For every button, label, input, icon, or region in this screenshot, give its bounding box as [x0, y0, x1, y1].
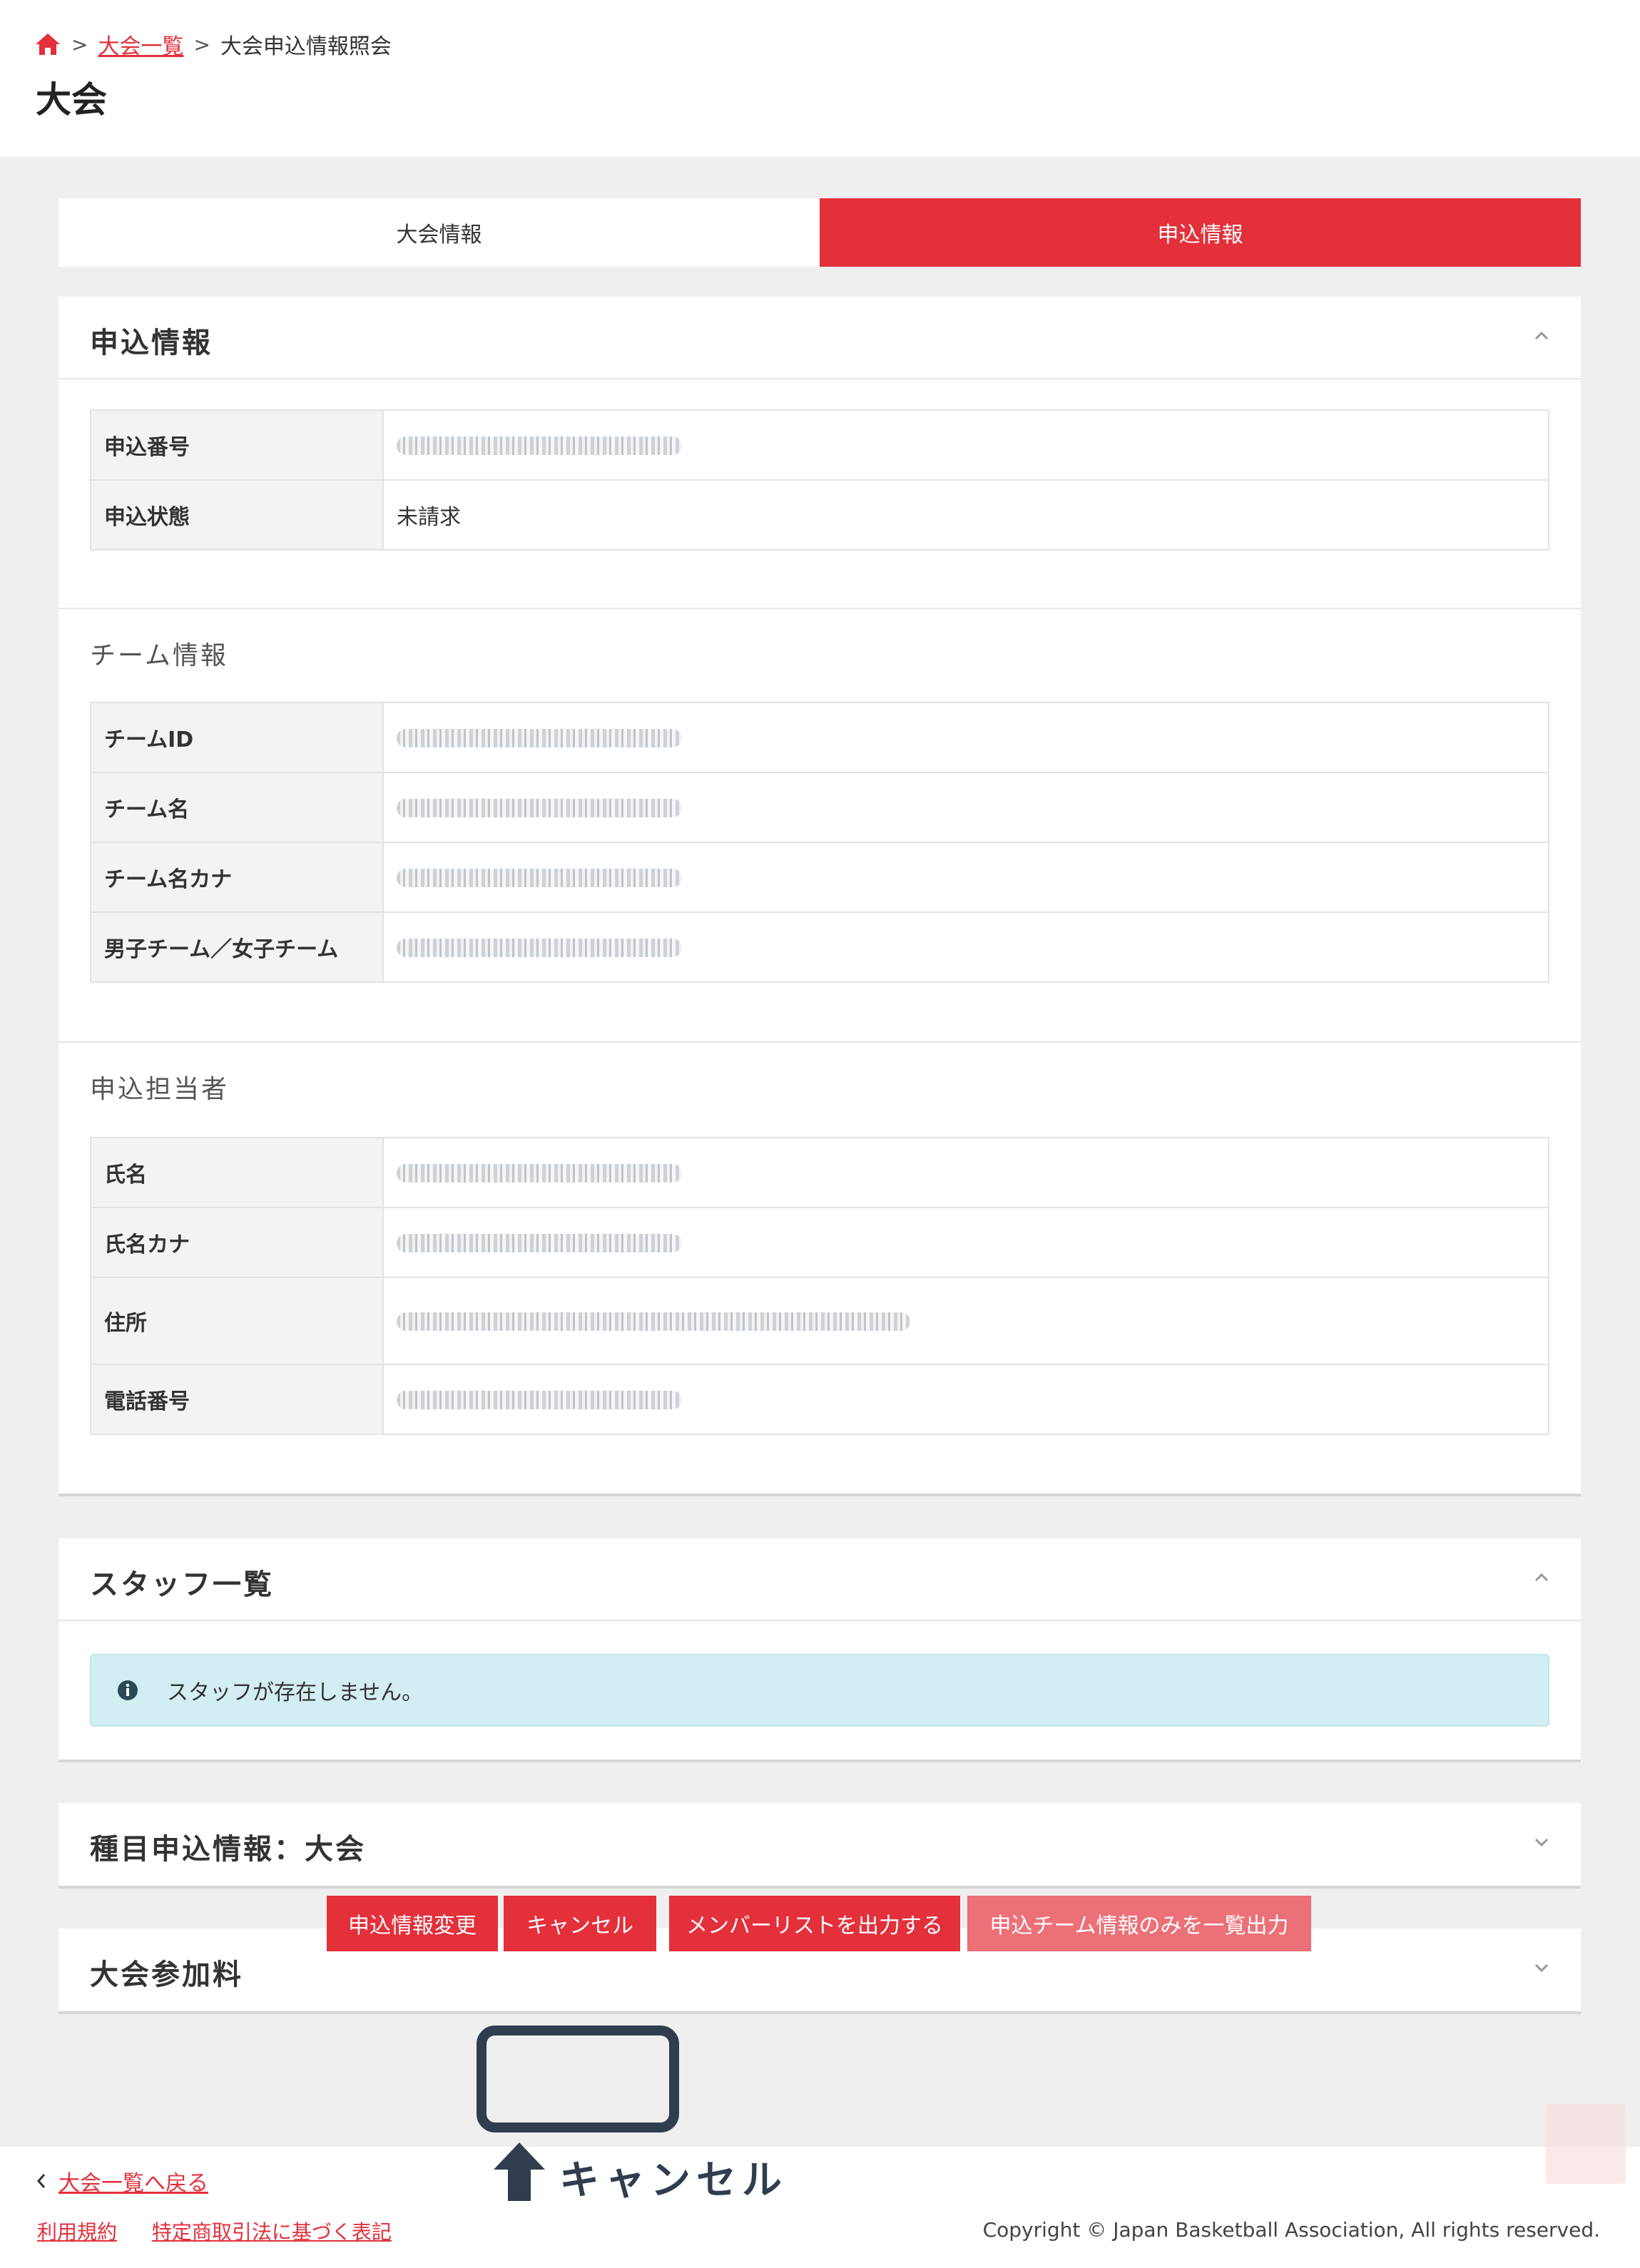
commerce-law-link[interactable]: 特定商取引法に基づく表記 — [152, 2220, 392, 2244]
row-label: チーム名 — [90, 772, 384, 843]
main-content: 大会情報 申込情報 申込情報 申込番号 申込状態 未請求 チーム情報 チームID… — [0, 157, 1640, 2147]
application-status-value: 未請求 — [382, 479, 1549, 551]
table-row: 申込状態 未請求 — [90, 479, 1549, 551]
page-header: > 大会一覧 > 大会申込情報照会 大会 — [0, 0, 1640, 157]
card-title: 大会参加料 — [90, 1958, 243, 1991]
row-label: チームID — [90, 702, 384, 773]
application-info-card: 申込情報 申込番号 申込状態 未請求 チーム情報 チームID チーム名 チーム名… — [58, 297, 1581, 1496]
annotation-label: キャンセル — [559, 2157, 788, 2204]
redacted-cell — [382, 772, 1549, 843]
change-application-button[interactable]: 申込情報変更 — [327, 1896, 498, 1951]
copyright: Copyright © Japan Basketball Association… — [982, 2218, 1600, 2242]
application-summary-section: 申込番号 申込状態 未請求 — [58, 379, 1581, 609]
redacted-value — [397, 729, 682, 747]
row-label: 氏名カナ — [90, 1207, 384, 1278]
table-row: チーム名カナ — [90, 842, 1549, 913]
team-info-section: チーム情報 チームID チーム名 チーム名カナ 男子チーム／女子チーム — [58, 609, 1581, 1043]
staff-list-card: スタッフ一覧 スタッフが存在しません。 — [58, 1538, 1581, 1762]
redacted-value — [397, 1391, 682, 1409]
staff-list-header[interactable]: スタッフ一覧 — [58, 1538, 1581, 1621]
back-to-list-link[interactable]: 大会一覧へ戻る — [58, 2165, 208, 2197]
page-footer: 大会一覧へ戻る 利用規約 特定商取引法に基づく表記 Copyright © Ja… — [0, 2104, 1640, 2268]
table-row: チームID — [90, 702, 1549, 773]
chevron-up-icon[interactable] — [1534, 328, 1549, 344]
home-icon[interactable] — [34, 31, 61, 57]
chevron-down-icon[interactable] — [1534, 1834, 1549, 1850]
redacted-cell — [382, 1207, 1549, 1278]
arrow-up-icon — [494, 2142, 545, 2201]
event-entries-card: 種目申込情報：大会 — [58, 1803, 1581, 1889]
tab-application-info[interactable]: 申込情報 — [820, 198, 1581, 267]
table-row: 男子チーム／女子チーム — [90, 911, 1549, 983]
redacted-value — [397, 799, 682, 817]
back-link[interactable]: 大会一覧へ戻る — [36, 2165, 208, 2197]
application-info-header[interactable]: 申込情報 — [58, 297, 1581, 379]
cancel-button[interactable]: キャンセル — [504, 1896, 656, 1951]
team-info-table: チームID チーム名 チーム名カナ 男子チーム／女子チーム — [90, 702, 1549, 983]
breadcrumb-separator: > — [71, 32, 88, 56]
row-label: 住所 — [90, 1277, 384, 1365]
card-title: 種目申込情報：大会 — [90, 1833, 366, 1866]
row-label: 電話番号 — [90, 1364, 384, 1435]
row-label: 氏名 — [90, 1137, 384, 1208]
cancel-highlight-box — [477, 2026, 679, 2132]
row-label: 申込状態 — [90, 479, 384, 551]
redacted-cell — [382, 842, 1549, 913]
application-summary-table: 申込番号 申込状態 未請求 — [90, 409, 1549, 551]
breadcrumb-separator: > — [193, 32, 210, 56]
redacted-cell — [382, 1364, 1549, 1435]
chevron-down-icon[interactable] — [1534, 1960, 1549, 1976]
redacted-value — [397, 869, 682, 887]
action-button-row: 申込情報変更 キャンセル メンバーリストを出力する 申込チーム情報のみを一覧出力 — [0, 1896, 1640, 1951]
alert-message: スタッフが存在しません。 — [167, 1680, 424, 1705]
export-member-list-button[interactable]: メンバーリストを出力する — [669, 1896, 960, 1951]
card-title: 申込情報 — [90, 327, 213, 359]
row-label: チーム名カナ — [90, 842, 384, 913]
page-title: 大会 — [36, 79, 107, 121]
redacted-cell — [382, 702, 1549, 773]
redacted-cell — [382, 911, 1549, 983]
table-row: 申込番号 — [90, 409, 1549, 481]
export-team-info-button[interactable]: 申込チーム情報のみを一覧出力 — [967, 1896, 1311, 1951]
applicant-table: 氏名 氏名カナ 住所 電話番号 — [90, 1137, 1549, 1435]
info-icon — [118, 1680, 138, 1700]
section-title: チーム情報 — [90, 641, 228, 670]
scroll-to-top-button[interactable] — [1546, 2104, 1626, 2184]
applicant-section: 申込担当者 氏名 氏名カナ 住所 電話番号 — [58, 1043, 1581, 1496]
application-number-value — [382, 409, 1549, 481]
section-title: 申込担当者 — [90, 1075, 230, 1104]
breadcrumb: > 大会一覧 > 大会申込情報照会 — [34, 29, 392, 60]
redacted-value — [397, 436, 682, 455]
table-row: チーム名 — [90, 772, 1549, 843]
table-row: 氏名 — [90, 1137, 1549, 1208]
redacted-value — [397, 1234, 682, 1252]
card-title: スタッフ一覧 — [90, 1568, 274, 1601]
redacted-value — [397, 1164, 682, 1182]
row-label: 男子チーム／女子チーム — [90, 911, 384, 983]
table-row: 電話番号 — [90, 1364, 1549, 1435]
table-row: 氏名カナ — [90, 1207, 1549, 1278]
event-entries-header[interactable]: 種目申込情報：大会 — [58, 1803, 1581, 1886]
redacted-value — [397, 939, 682, 957]
breadcrumb-tournament-list-link[interactable]: 大会一覧 — [98, 29, 183, 60]
tab-bar: 大会情報 申込情報 — [58, 198, 1581, 267]
chevron-left-icon — [36, 2174, 46, 2188]
redacted-cell — [382, 1277, 1549, 1365]
breadcrumb-current: 大会申込情報照会 — [220, 34, 392, 59]
redacted-cell — [382, 1137, 1549, 1208]
row-label: 申込番号 — [90, 409, 384, 481]
footer-links: 利用規約 特定商取引法に基づく表記 — [37, 2217, 420, 2245]
redacted-value — [397, 1312, 910, 1331]
chevron-up-icon[interactable] — [1534, 1570, 1549, 1585]
table-row: 住所 — [90, 1277, 1549, 1365]
tab-tournament-info[interactable]: 大会情報 — [58, 198, 820, 267]
no-staff-alert: スタッフが存在しません。 — [90, 1654, 1549, 1727]
terms-link[interactable]: 利用規約 — [37, 2220, 117, 2244]
